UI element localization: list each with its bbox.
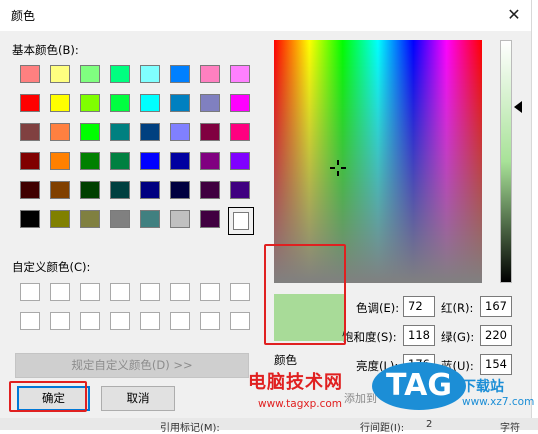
hue-input[interactable]: 72 (403, 296, 435, 317)
basic-color-swatch[interactable] (140, 181, 160, 199)
custom-color-swatch[interactable] (200, 312, 220, 330)
basic-color-swatch[interactable] (80, 181, 100, 199)
color-dialog: 颜色 ✕ 基本颜色(B): 自定义颜色(C): 规定自定义颜色(D) >> 确定… (0, 0, 531, 430)
basic-color-swatch[interactable] (50, 94, 70, 112)
custom-color-swatch[interactable] (140, 283, 160, 301)
basic-color-swatch[interactable] (230, 181, 250, 199)
custom-color-swatch[interactable] (170, 312, 190, 330)
basic-color-swatch[interactable] (200, 123, 220, 141)
basic-color-swatch[interactable] (20, 152, 40, 170)
basic-color-swatch[interactable] (50, 181, 70, 199)
basic-color-swatch[interactable] (80, 152, 100, 170)
basic-color-swatch[interactable] (140, 210, 160, 228)
basic-color-swatch[interactable] (20, 123, 40, 141)
basic-color-swatch[interactable] (170, 181, 190, 199)
basic-color-swatch[interactable] (80, 123, 100, 141)
custom-color-swatch[interactable] (20, 312, 40, 330)
watermark-url: www.tagxp.com (258, 398, 342, 410)
background-label-citation: 引用标记(M): (160, 423, 220, 434)
add-to-custom-button[interactable]: 添加到 (344, 390, 377, 406)
basic-colors-label: 基本颜色(B): (12, 43, 79, 57)
green-input[interactable]: 220 (480, 325, 512, 346)
basic-color-swatch[interactable] (110, 210, 130, 228)
basic-color-swatch[interactable] (50, 65, 70, 83)
basic-color-swatch[interactable] (170, 65, 190, 83)
basic-color-swatch[interactable] (140, 152, 160, 170)
basic-color-swatch[interactable] (200, 210, 220, 228)
highlight-box-ok (9, 381, 87, 412)
background-label-char: 字符 (500, 423, 520, 434)
basic-color-swatch[interactable] (80, 210, 100, 228)
red-label: 红(R): (441, 301, 474, 315)
basic-color-swatch[interactable] (230, 123, 250, 141)
custom-color-swatch[interactable] (110, 312, 130, 330)
background-toolbar-strip (0, 418, 538, 430)
green-label: 绿(G): (441, 330, 475, 344)
basic-color-swatch[interactable] (80, 94, 100, 112)
basic-color-swatch[interactable] (170, 152, 190, 170)
saturation-input[interactable]: 118 (403, 325, 435, 346)
watermark-text: 电脑技术网 (248, 372, 343, 393)
basic-color-swatch[interactable] (230, 94, 250, 112)
highlight-box-preview (264, 244, 346, 345)
custom-color-swatch[interactable] (80, 312, 100, 330)
basic-color-swatch[interactable] (230, 152, 250, 170)
custom-color-swatch[interactable] (50, 312, 70, 330)
saturation-label: 饱和度(S): (342, 330, 397, 344)
custom-colors-label: 自定义颜色(C): (12, 260, 91, 274)
basic-color-swatch[interactable] (110, 123, 130, 141)
custom-color-swatch[interactable] (140, 312, 160, 330)
close-icon[interactable]: ✕ (501, 4, 527, 26)
luminance-slider[interactable] (500, 40, 512, 283)
selected-swatch-focus (228, 207, 254, 235)
basic-color-swatch[interactable] (20, 94, 40, 112)
background-value: 2 (426, 419, 433, 430)
basic-color-swatch[interactable] (110, 152, 130, 170)
watermark-site: 下载站 (462, 379, 504, 395)
custom-color-swatch[interactable] (230, 283, 250, 301)
basic-color-swatch[interactable] (140, 123, 160, 141)
basic-color-swatch[interactable] (50, 152, 70, 170)
hue-label: 色调(E): (356, 301, 400, 315)
basic-color-swatch[interactable] (170, 210, 190, 228)
red-input[interactable]: 167 (480, 296, 512, 317)
basic-color-swatch[interactable] (50, 123, 70, 141)
basic-color-swatch[interactable] (170, 94, 190, 112)
cancel-button[interactable]: 取消 (101, 386, 175, 411)
define-custom-colors-button[interactable]: 规定自定义颜色(D) >> (15, 353, 249, 378)
basic-color-swatch[interactable] (230, 65, 250, 83)
basic-color-swatch[interactable] (20, 65, 40, 83)
background-label-line-spacing: 行间距(I): (360, 423, 405, 434)
basic-color-swatch[interactable] (50, 210, 70, 228)
custom-color-swatch[interactable] (50, 283, 70, 301)
watermark-tag-logo: TAG (372, 362, 466, 410)
color-solid-label: 颜色 (274, 353, 297, 367)
title-bar: 颜色 ✕ (0, 0, 531, 31)
crosshair-icon[interactable] (328, 158, 348, 178)
background-window-edge (531, 0, 538, 430)
basic-color-swatch[interactable] (170, 123, 190, 141)
custom-color-swatch[interactable] (80, 283, 100, 301)
blue-input[interactable]: 154 (480, 354, 512, 375)
custom-color-swatch[interactable] (20, 283, 40, 301)
basic-color-swatch[interactable] (200, 94, 220, 112)
basic-color-swatch[interactable] (200, 181, 220, 199)
watermark-site-url: www.xz7.com (462, 396, 535, 408)
basic-color-swatch[interactable] (110, 65, 130, 83)
basic-color-swatch[interactable] (200, 152, 220, 170)
luminance-arrow-icon[interactable] (514, 101, 522, 113)
basic-color-swatch[interactable] (110, 181, 130, 199)
custom-color-swatch[interactable] (230, 312, 250, 330)
dialog-title: 颜色 (11, 9, 36, 23)
basic-color-swatch[interactable] (110, 94, 130, 112)
basic-color-swatch[interactable] (200, 65, 220, 83)
basic-color-swatch[interactable] (80, 65, 100, 83)
custom-color-swatch[interactable] (110, 283, 130, 301)
basic-color-swatch[interactable] (140, 94, 160, 112)
basic-color-swatch[interactable] (20, 210, 40, 228)
basic-color-swatch[interactable] (140, 65, 160, 83)
custom-color-swatch[interactable] (170, 283, 190, 301)
custom-color-swatch[interactable] (200, 283, 220, 301)
basic-color-swatch[interactable] (20, 181, 40, 199)
